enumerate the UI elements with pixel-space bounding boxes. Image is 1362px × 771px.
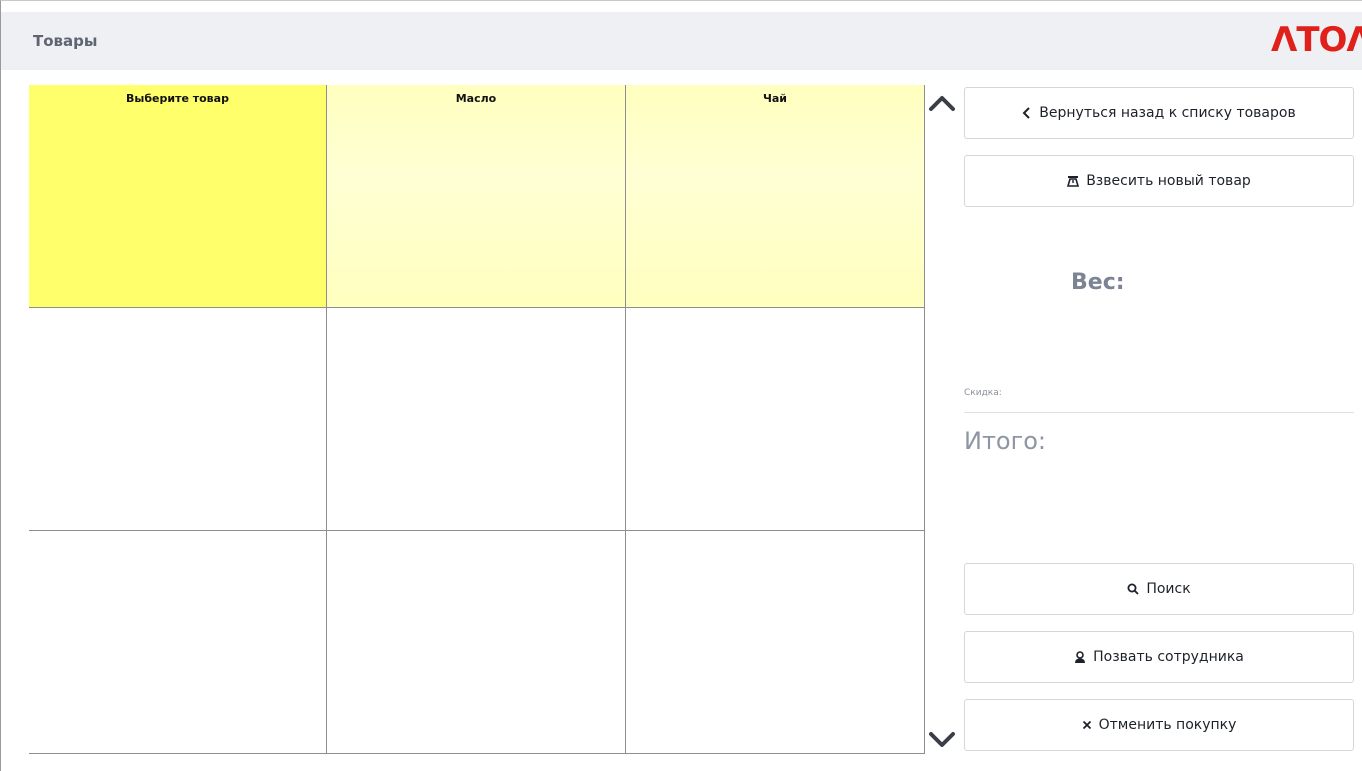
product-tile-label: Чай [762, 92, 788, 105]
discount-label: Скидка: [964, 388, 1002, 398]
scale-icon [1067, 175, 1080, 187]
close-icon [1082, 720, 1092, 730]
total-label: Итого: [964, 427, 1046, 455]
staff-icon [1074, 650, 1086, 664]
chevron-up-icon [929, 96, 955, 111]
weigh-new-item-button[interactable]: Взвесить новый товар [964, 155, 1354, 207]
back-to-list-label: Вернуться назад к списку товаров [1039, 105, 1296, 121]
chevron-left-icon [1022, 107, 1032, 119]
product-tile[interactable]: Чай [626, 85, 925, 308]
product-tile[interactable] [327, 531, 626, 754]
scroll-up-button[interactable] [927, 92, 957, 114]
product-tile[interactable] [327, 308, 626, 531]
back-to-list-button[interactable]: Вернуться назад к списку товаров [964, 87, 1354, 139]
product-tile-label: Масло [455, 92, 497, 105]
cancel-purchase-button[interactable]: Отменить покупку [964, 699, 1354, 751]
call-staff-button[interactable]: Позвать сотрудника [964, 631, 1354, 683]
chevron-down-icon [929, 732, 955, 747]
page-title: Товары [33, 32, 98, 50]
weigh-new-item-label: Взвесить новый товар [1086, 173, 1251, 189]
product-tile-label: Выберите товар [126, 92, 229, 105]
product-tile[interactable]: Выберите товар [29, 85, 327, 308]
app-header: Товары ΛΤΟΛ [1, 12, 1362, 70]
product-tile[interactable] [626, 531, 925, 754]
call-staff-label: Позвать сотрудника [1093, 649, 1244, 665]
product-tile[interactable] [626, 308, 925, 531]
cancel-purchase-label: Отменить покупку [1098, 717, 1237, 733]
product-tile[interactable] [29, 531, 327, 754]
product-grid: Выберите товар Масло Чай [29, 85, 925, 754]
search-button[interactable]: Поиск [964, 563, 1354, 615]
search-icon [1127, 583, 1139, 595]
weight-label: Вес: [1071, 270, 1125, 295]
search-label: Поиск [1146, 581, 1191, 597]
product-tile[interactable]: Масло [327, 85, 626, 308]
product-tile[interactable] [29, 308, 327, 531]
divider [964, 412, 1354, 413]
atol-logo: ΛΤΟΛ [1271, 20, 1362, 60]
scroll-down-button[interactable] [927, 729, 957, 751]
